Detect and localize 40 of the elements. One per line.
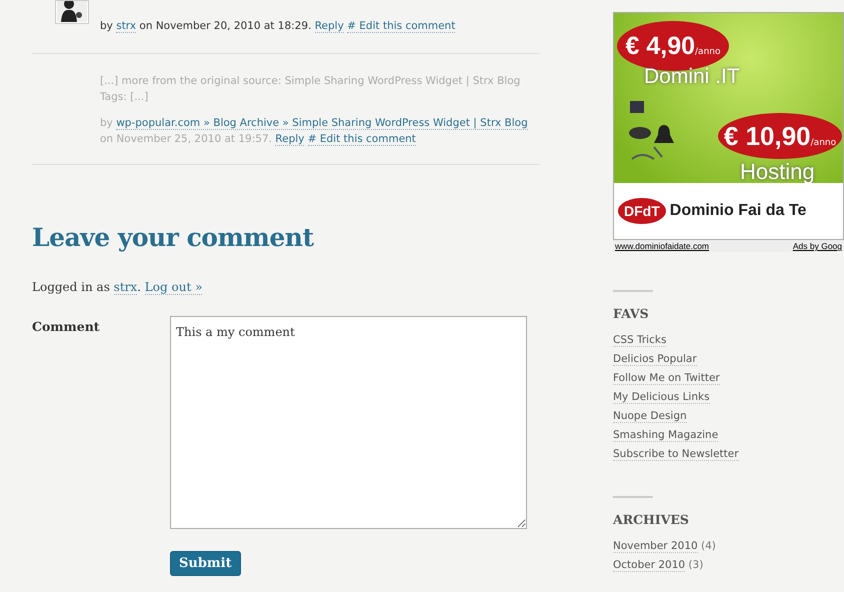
- sidebar-link[interactable]: Delicios Popular: [613, 353, 697, 366]
- product-text: Domini .IT: [644, 65, 740, 89]
- post-count: (3): [687, 559, 704, 571]
- price-text: € 10,90: [724, 120, 811, 153]
- sidebar-link[interactable]: October 2010: [613, 559, 686, 572]
- submit-button[interactable]: Submit: [170, 551, 241, 576]
- author-link[interactable]: wp-popular.com » Blog Archive » Simple Sharing WordPress Widget | Strx Blog: [116, 117, 528, 130]
- sidebar-link[interactable]: CSS Tricks: [613, 334, 666, 347]
- reply-link[interactable]: Reply: [275, 133, 304, 146]
- logout-link[interactable]: Log out »: [144, 280, 202, 295]
- edit-link[interactable]: # Edit this comment: [347, 20, 456, 33]
- comment-meta: by wp-popular.com » Blog Archive » Simple Sharing WordPress Widget | Strx Blog on November 25, 2010 at 19:57. Reply # Edit this comment: [100, 116, 529, 147]
- price-text: € 4,90: [626, 31, 696, 62]
- sidebar-link[interactable]: My Delicious Links: [613, 391, 710, 404]
- ad-url-link[interactable]: www.dominiofaidate.com: [615, 241, 710, 251]
- comment-meta: by strx on November 20, 2010 at 18:29. Reply # Edit this comment: [100, 19, 456, 34]
- sidebar-link[interactable]: Follow Me on Twitter: [613, 372, 720, 385]
- comment-field[interactable]: This a my comment: [170, 316, 527, 529]
- unit-text: /anno: [695, 47, 720, 57]
- field-label: Comment: [32, 318, 101, 336]
- brand-name: Dominio Fai da Te: [670, 202, 806, 220]
- ads-credit-link[interactable]: Ads by Goog: [792, 241, 842, 251]
- sidebar-link[interactable]: November 2010: [613, 540, 698, 553]
- edit-link[interactable]: # Edit this comment: [308, 133, 416, 146]
- product-text: Hosting: [740, 159, 815, 185]
- widget-title: FAVS: [613, 306, 650, 321]
- comment-text: [...] more from the original source: Simple Sharing WordPress Widget | Strx Blog Tags: [...]: [100, 74, 522, 105]
- post-count: (4): [700, 540, 716, 552]
- widget-title: ARCHIVES: [613, 512, 690, 527]
- avatar-silhouette: [55, 0, 89, 24]
- username-link[interactable]: strx: [114, 280, 138, 295]
- section-heading: Leave your comment: [32, 223, 315, 252]
- sidebar-link[interactable]: Nuope Design: [613, 410, 687, 423]
- reply-link[interactable]: Reply: [314, 20, 344, 33]
- brand-logo: DFdT: [618, 198, 666, 224]
- sidebar-link[interactable]: Subscribe to Newsletter: [613, 448, 739, 461]
- sidebar-link[interactable]: Smashing Magazine: [613, 429, 718, 442]
- author-link[interactable]: strx: [116, 20, 136, 33]
- login-status: Logged in as strx. Log out »: [32, 280, 204, 294]
- unit-text: /anno: [810, 138, 836, 148]
